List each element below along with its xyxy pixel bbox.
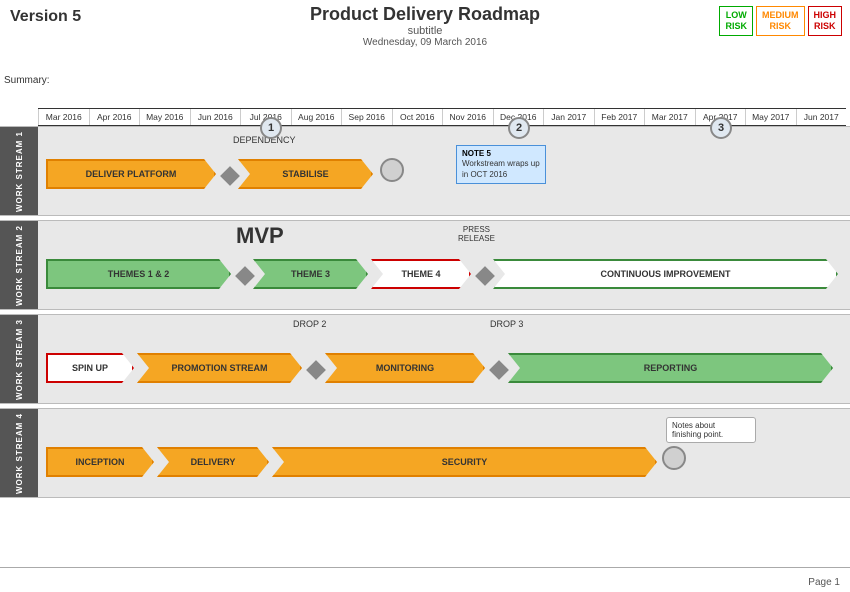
month-nov2016: Nov 2016 <box>442 109 493 125</box>
milestone-3: 3 <box>710 117 732 139</box>
subtitle: subtitle <box>310 25 540 37</box>
month-aug2016: Aug 2016 <box>291 109 342 125</box>
ws1-content: DEPENDENCY DELIVER PLATFORM STABILISE NO… <box>38 127 850 215</box>
ws2-continuous-improvement: CONTINUOUS IMPROVEMENT <box>493 259 838 289</box>
month-jun2016: Jun 2016 <box>190 109 241 125</box>
ws3-spin-up: SPIN UP <box>46 353 134 383</box>
workstream-1-row: WORK STREAM 1 DEPENDENCY DELIVER PLATFOR… <box>0 126 850 216</box>
ws1-note5: NOTE 5 Workstream wraps up in OCT 2016 <box>456 145 546 184</box>
ws2-diamond-2 <box>475 266 495 286</box>
main-title: Product Delivery Roadmap <box>310 4 540 25</box>
ws3-content: DROP 2 DROP 3 SPIN UP PROMOTION STREAM M… <box>38 315 850 403</box>
ws3-diamond-1 <box>306 360 326 380</box>
ws3-diamond-shape-2 <box>489 360 509 380</box>
ws4-label: WORK STREAM 4 <box>15 413 24 494</box>
ws1-diamond-shape-1 <box>220 166 240 186</box>
month-mar2016: Mar 2016 <box>38 109 89 125</box>
ws3-diamond-shape-1 <box>306 360 326 380</box>
ws2-diamond-shape-1 <box>235 266 255 286</box>
ws4-label-container: WORK STREAM 4 <box>0 409 38 497</box>
ws2-content: MVP PRESSRELEASE THEMES 1 & 2 THEME 3 TH… <box>38 221 850 309</box>
title-block: Product Delivery Roadmap subtitle Wednes… <box>310 4 540 48</box>
ws1-label-container: WORK STREAM 1 <box>0 127 38 215</box>
month-mar2017: Mar 2017 <box>644 109 695 125</box>
page-number: Page 1 <box>808 577 840 588</box>
month-may2016: May 2016 <box>139 109 190 125</box>
ws3-label-container: WORK STREAM 3 <box>0 315 38 403</box>
ws1-label: WORK STREAM 1 <box>15 131 24 212</box>
ws1-note5-title: NOTE 5 <box>462 149 540 159</box>
ws2-press-release: PRESSRELEASE <box>458 225 495 243</box>
page-container: { "header": { "version": "Version 5", "t… <box>0 0 850 592</box>
risk-boxes: LOWRISK MEDIUMRISK HIGHRISK <box>719 6 842 36</box>
month-feb2017: Feb 2017 <box>594 109 645 125</box>
milestone-2: 2 <box>508 117 530 139</box>
ws2-theme4: THEME 4 <box>371 259 471 289</box>
risk-medium: MEDIUMRISK <box>756 6 805 36</box>
ws1-note5-text: Workstream wraps up in OCT 2016 <box>462 159 540 180</box>
month-jun2017: Jun 2017 <box>796 109 847 125</box>
ws1-diamond-1 <box>220 166 240 186</box>
month-apr2016: Apr 2016 <box>89 109 140 125</box>
workstream-2-row: WORK STREAM 2 MVP PRESSRELEASE THEMES 1 … <box>0 220 850 310</box>
month-oct2016: Oct 2016 <box>392 109 443 125</box>
ws1-deliver-platform: DELIVER PLATFORM <box>46 159 216 189</box>
ws2-theme3: THEME 3 <box>253 259 368 289</box>
ws3-diamond-2 <box>489 360 509 380</box>
month-jan2017: Jan 2017 <box>543 109 594 125</box>
ws2-mvp-label: MVP <box>236 223 284 249</box>
ws1-circle-1 <box>380 158 404 182</box>
date-text: Wednesday, 09 March 2016 <box>310 37 540 48</box>
month-sep2016: Sep 2016 <box>341 109 392 125</box>
page-footer: Page 1 <box>808 577 840 588</box>
header: Version 5 Product Delivery Roadmap subti… <box>0 0 850 55</box>
ws3-label: WORK STREAM 3 <box>15 319 24 400</box>
ws1-stabilise: STABILISE <box>238 159 373 189</box>
version-label: Version 5 <box>10 8 81 26</box>
risk-high: HIGHRISK <box>808 6 843 36</box>
summary-label: Summary: <box>4 75 50 86</box>
workstream-4-row: WORK STREAM 4 Notes aboutfinishing point… <box>0 408 850 498</box>
ws2-themes12: THEMES 1 & 2 <box>46 259 231 289</box>
workstream-3-row: WORK STREAM 3 DROP 2 DROP 3 SPIN UP PROM… <box>0 314 850 404</box>
ws3-promotion-stream: PROMOTION STREAM <box>137 353 302 383</box>
ws2-label-container: WORK STREAM 2 <box>0 221 38 309</box>
footer-line <box>0 567 850 569</box>
ws4-inception: INCEPTION <box>46 447 154 477</box>
ws4-delivery: DELIVERY <box>157 447 269 477</box>
risk-low: LOWRISK <box>719 6 753 36</box>
milestone-1: 1 <box>260 117 282 139</box>
ws3-reporting: REPORTING <box>508 353 833 383</box>
ws3-monitoring: MONITORING <box>325 353 485 383</box>
ws4-security: SECURITY <box>272 447 657 477</box>
ws3-drop3-label: DROP 3 <box>490 319 523 329</box>
ws2-diamond-shape-2 <box>475 266 495 286</box>
ws4-circle-1 <box>662 446 686 470</box>
ws2-label: WORK STREAM 2 <box>15 225 24 306</box>
ws4-content: Notes aboutfinishing point. INCEPTION DE… <box>38 409 850 497</box>
ws4-balloon-note: Notes aboutfinishing point. <box>666 417 756 443</box>
month-may2017: May 2017 <box>745 109 796 125</box>
ws3-drop2-label: DROP 2 <box>293 319 326 329</box>
ws2-diamond-1 <box>235 266 255 286</box>
